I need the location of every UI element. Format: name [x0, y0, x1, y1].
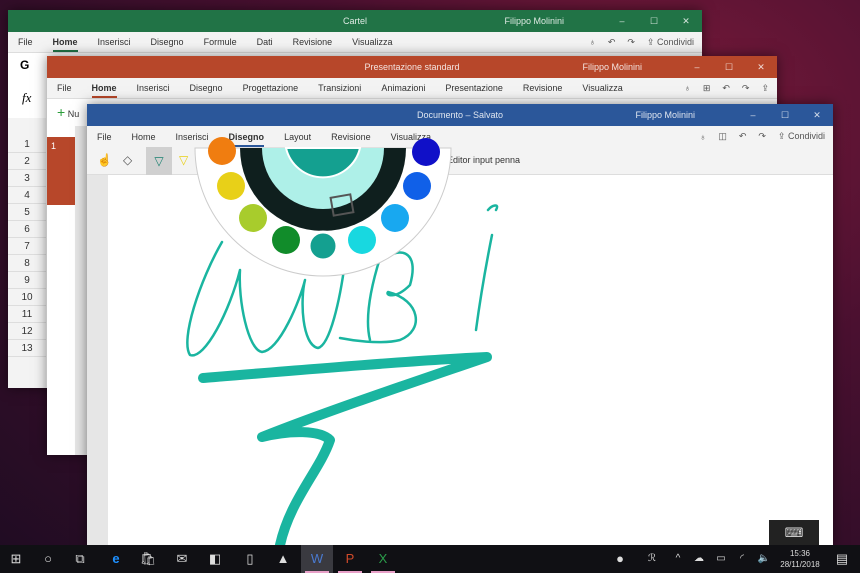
mail-icon[interactable]: ✉: [166, 545, 198, 573]
color-swatch[interactable]: [272, 226, 300, 254]
date: 28/11/2018: [780, 560, 820, 569]
edge-icon[interactable]: e: [100, 545, 132, 573]
time: 15:36: [789, 549, 811, 558]
powerpoint-taskbar-icon[interactable]: P: [334, 545, 366, 573]
start-button[interactable]: ⊞: [0, 545, 32, 573]
ink-zigzag: [198, 352, 492, 550]
color-swatch[interactable]: [348, 226, 376, 254]
photos-icon[interactable]: ▲: [267, 545, 299, 573]
phone-icon[interactable]: ▯: [234, 545, 266, 573]
color-swatch[interactable]: [403, 172, 431, 200]
touch-keyboard-icon[interactable]: ⌨: [769, 520, 819, 546]
color-swatch[interactable]: [381, 204, 409, 232]
task-view-icon[interactable]: ⧉: [64, 545, 96, 573]
volume-icon[interactable]: 🔈: [748, 545, 780, 573]
ink-letter-i: [474, 204, 499, 332]
ink-layer: [186, 137, 499, 550]
color-swatch[interactable]: [217, 172, 245, 200]
color-swatch[interactable]: [239, 204, 267, 232]
cortana-icon[interactable]: ○: [32, 545, 64, 573]
action-center-icon[interactable]: ▤: [826, 545, 858, 573]
color-swatch[interactable]: [307, 230, 339, 262]
avatar[interactable]: ●: [604, 545, 636, 573]
store-icon[interactable]: 🛍: [132, 545, 164, 573]
color-swatch[interactable]: [412, 138, 440, 166]
word-taskbar-icon[interactable]: W: [301, 545, 333, 573]
whiteboard-icon[interactable]: ◧: [199, 545, 231, 573]
taskbar: ⊞ ○ ⧉ e 🛍 ✉ ◧ ▯ ▲ W P X ● ℛ ^ ☁ ▭ ◜ 🔈 15…: [0, 545, 860, 573]
color-swatch[interactable]: [208, 137, 236, 165]
clock[interactable]: 15:36 28/11/2018: [778, 548, 822, 570]
excel-taskbar-icon[interactable]: X: [367, 545, 399, 573]
